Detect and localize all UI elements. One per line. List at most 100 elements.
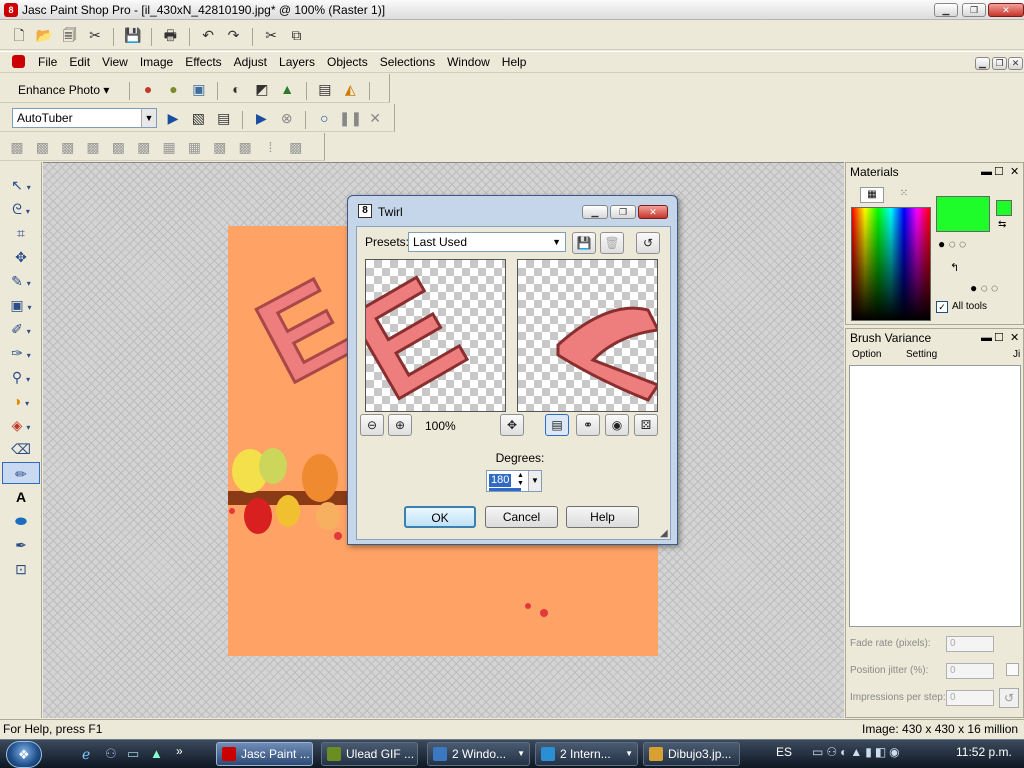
text-tool-icon[interactable]: A — [2, 486, 40, 508]
swap-colors-icon[interactable]: ⇆ — [998, 219, 1006, 230]
scan-icon[interactable]: ✂ — [84, 24, 106, 46]
move-tool-icon[interactable]: ✥ — [2, 246, 40, 268]
sharpen-icon[interactable]: ▲ — [276, 78, 298, 100]
airbrush-tool-icon[interactable]: ✑ ▾ — [2, 342, 40, 364]
pen-tool-icon[interactable]: ✒ — [2, 534, 40, 556]
copy-icon[interactable]: ⧉ — [285, 24, 307, 46]
proof-icon[interactable]: ▤ — [545, 414, 569, 436]
delete-preset-icon[interactable]: 🗑 — [600, 232, 624, 254]
foreground-color-swatch[interactable] — [936, 196, 990, 232]
desktop-quicklaunch-icon[interactable]: ▭ — [127, 746, 139, 762]
start-button[interactable]: ❖ — [6, 741, 42, 768]
resize-grip-icon[interactable]: ◢ — [660, 528, 668, 539]
lasso-tool-icon[interactable]: ᘓ ▾ — [2, 198, 40, 220]
document-icon[interactable] — [12, 55, 25, 68]
doc-minimize-button[interactable]: ▁ — [975, 57, 990, 70]
menu-selections[interactable]: Selections — [374, 52, 441, 72]
retouch-tool-icon[interactable]: ◈ ▾ — [2, 414, 40, 436]
degrees-input[interactable]: 180 ▲ ▼ ▼ — [486, 470, 542, 492]
clone-tool-icon[interactable]: ▣ ▾ — [2, 294, 40, 316]
clock[interactable]: 11:52 p.m. — [956, 745, 1012, 759]
contrast-icon[interactable]: ◩ — [251, 78, 273, 100]
clarify-icon[interactable]: ◐ — [226, 78, 248, 100]
taskbar-item-internet[interactable]: 2 Intern... ▼ — [535, 742, 638, 766]
menu-objects[interactable]: Objects — [321, 52, 374, 72]
pause-icon[interactable]: ❚❚ — [339, 107, 362, 129]
menu-help[interactable]: Help — [496, 52, 533, 72]
color-balance-icon[interactable]: ◭ — [339, 78, 361, 100]
cancel-button[interactable]: Cancel — [485, 506, 558, 528]
reset-preset-icon[interactable]: ↺ — [636, 232, 660, 254]
menu-window[interactable]: Window — [441, 52, 496, 72]
script-select[interactable]: AutoTuber ▼ — [12, 108, 157, 128]
taskbar-item-ulead[interactable]: Ulead GIF ... — [321, 742, 418, 766]
doc-close-button[interactable]: ✕ — [1008, 57, 1023, 70]
picture-tube-tool-icon[interactable]: ✏ — [2, 462, 40, 484]
color-picker-spectrum[interactable] — [851, 207, 931, 321]
zoom-tool-icon[interactable]: ⚲ ▾ — [2, 366, 40, 388]
dialog-close-button[interactable]: ✕ — [638, 205, 668, 219]
menu-edit[interactable]: Edit — [63, 52, 96, 72]
dialog-minimize-button[interactable]: ▁ — [582, 205, 608, 219]
panel-maximize-icon[interactable]: ☐ — [994, 163, 1004, 181]
menu-layers[interactable]: Layers — [273, 52, 321, 72]
ok-button[interactable]: OK — [404, 506, 476, 528]
more-quicklaunch-icon[interactable]: » — [176, 744, 183, 758]
fill-style-icon[interactable]: ● ◌ ◌ — [970, 281, 998, 295]
minimize-button[interactable]: ▁ — [934, 3, 958, 17]
panel-close-icon[interactable]: ✕ — [1010, 329, 1019, 347]
panel-minimize-icon[interactable]: ▬ — [981, 163, 992, 181]
tray-icons[interactable]: ▭⚇◐▲▮◧◉ — [812, 745, 903, 759]
taskbar-item-windows[interactable]: 2 Windo... ▼ — [427, 742, 530, 766]
panel-close-icon[interactable]: ✕ — [1010, 163, 1019, 181]
menu-effects[interactable]: Effects — [179, 52, 227, 72]
menu-image[interactable]: Image — [134, 52, 179, 72]
app-icon[interactable]: 8 — [4, 3, 18, 17]
pan-icon[interactable]: ✥ — [500, 414, 524, 436]
auto-proof-icon[interactable]: ⚭ — [576, 414, 600, 436]
before-preview[interactable]: E — [365, 259, 506, 412]
crop-tool-icon[interactable]: ⌗ — [2, 222, 40, 244]
run-script-icon[interactable]: ▶ — [162, 107, 184, 129]
all-tools-checkbox[interactable]: ✓ — [936, 301, 948, 313]
foreground-mini-swatch[interactable] — [996, 200, 1012, 216]
users-quicklaunch-icon[interactable]: ⚇ — [105, 746, 117, 762]
randomize-icon[interactable]: ⚄ — [634, 414, 658, 436]
swap-arrow-icon[interactable]: ↰ — [950, 261, 959, 274]
menu-file[interactable]: File — [32, 52, 63, 72]
red-eye-icon[interactable]: ● — [137, 78, 159, 100]
paint-brush-tool-icon[interactable]: ✐ ▾ — [2, 318, 40, 340]
dropper-tool-icon[interactable]: ✎ ▾ — [2, 270, 40, 292]
degrees-slider-bar[interactable] — [489, 488, 521, 491]
menu-adjust[interactable]: Adjust — [228, 52, 273, 72]
run-selected-icon[interactable]: ▶ — [250, 107, 272, 129]
pick-tool-icon[interactable]: ↖ ▾ — [2, 174, 40, 196]
print-icon[interactable]: 🖶 — [159, 24, 181, 46]
menu-view[interactable]: View — [96, 52, 134, 72]
cut-icon[interactable]: ✂ — [260, 24, 282, 46]
zoom-out-icon[interactable]: ⊖ — [360, 414, 384, 436]
taskbar-item-psp[interactable]: Jasc Paint ... — [216, 742, 313, 766]
help-button[interactable]: Help — [566, 506, 639, 528]
record-icon[interactable]: ○ — [313, 107, 335, 129]
zoom-in-icon[interactable]: ⊕ — [388, 414, 412, 436]
script-output-icon[interactable]: ▤ — [213, 107, 235, 129]
panel-maximize-icon[interactable]: ☐ — [994, 329, 1004, 347]
style-solid-icon[interactable]: ● ◌ ◌ — [938, 237, 966, 251]
chevron-down-icon[interactable]: ▼ — [528, 471, 541, 491]
histogram-icon[interactable]: ▤ — [314, 78, 336, 100]
save-preset-icon[interactable]: 💾 — [572, 232, 596, 254]
preset-shape-tool-icon[interactable]: ⬬ — [2, 510, 40, 532]
one-step-photo-fix-icon[interactable]: ● — [162, 78, 184, 100]
new-file-icon[interactable]: 🗋 — [8, 24, 30, 46]
language-indicator[interactable]: ES — [776, 745, 792, 759]
maximize-button[interactable]: ❐ — [962, 3, 986, 17]
save-icon[interactable]: 💾 — [122, 24, 144, 46]
dialog-maximize-button[interactable]: ❐ — [610, 205, 636, 219]
redo-icon[interactable]: ↷ — [222, 24, 244, 46]
object-selector-tool-icon[interactable]: ⊡ — [2, 558, 40, 580]
ie-quicklaunch-icon[interactable]: ℯ — [82, 746, 90, 763]
color-replacer-tool-icon[interactable]: ◑ ▾ — [2, 390, 40, 412]
undo-icon[interactable]: ↶ — [197, 24, 219, 46]
eye-icon[interactable]: ◉ — [605, 414, 629, 436]
